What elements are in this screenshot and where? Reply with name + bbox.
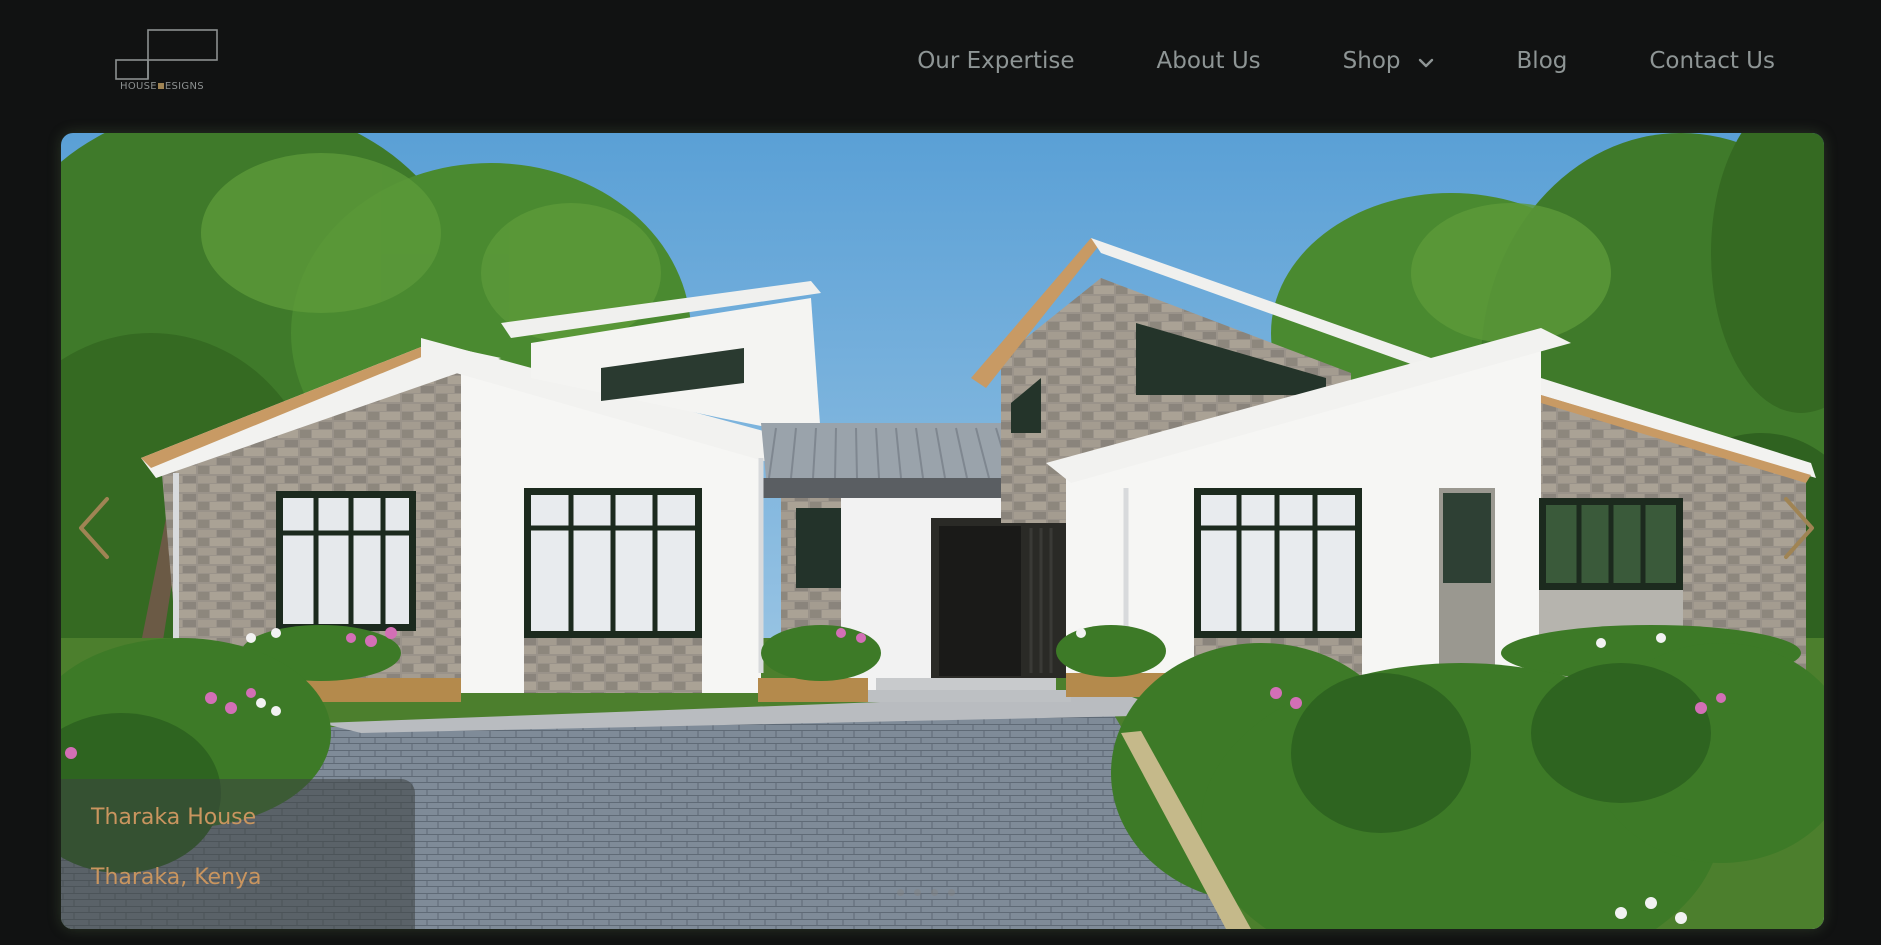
chevron-left-icon[interactable] [75,493,115,563]
hero-slider: Tharaka House Tharaka, Kenya [61,133,1824,929]
chevron-right-icon[interactable] [1778,493,1818,563]
slide-dot[interactable] [931,889,938,896]
slide-caption: Tharaka House Tharaka, Kenya [61,779,415,929]
logo[interactable]: HOUSE ESIGNS [113,28,219,98]
slide-indicators [897,889,955,896]
slide-location: Tharaka, Kenya [91,865,262,890]
logo-mark-icon [115,29,218,80]
nav-contact-us[interactable]: Contact Us [1649,48,1775,74]
nav-shop[interactable]: Shop [1343,48,1435,74]
main-nav: Our Expertise About Us Shop Blog Contact… [917,48,1775,74]
nav-about-us[interactable]: About Us [1157,48,1261,74]
slide-dot[interactable] [897,889,904,896]
nav-blog[interactable]: Blog [1517,48,1568,74]
slide-dot[interactable] [914,889,921,896]
site-header: HOUSE ESIGNS Our Expertise About Us Shop … [0,0,1881,128]
slide-title: Tharaka House [91,805,257,830]
logo-text: HOUSE ESIGNS [120,81,204,92]
nav-our-expertise[interactable]: Our Expertise [917,48,1074,74]
chevron-down-icon[interactable] [1417,52,1435,70]
slide-dot[interactable] [948,889,955,896]
